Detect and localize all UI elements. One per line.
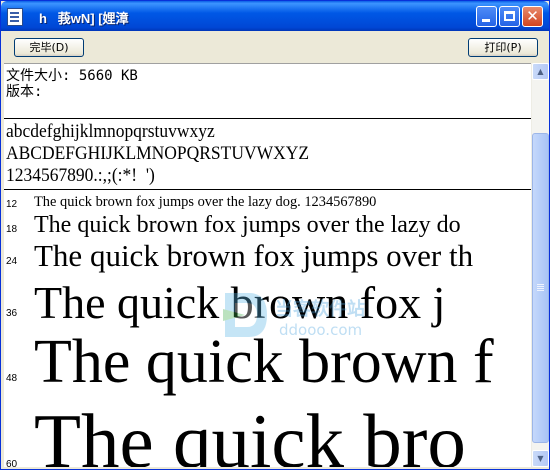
done-button[interactable]: 完毕(D)	[14, 38, 84, 57]
window-title: h 莪wN] [娌漳	[39, 11, 129, 26]
font-preview-area: 文件大小: 5660 KB 版本: abcdefghijklmnopqrstuv…	[4, 63, 531, 467]
toolbar: 完毕(D) 打印(P)	[4, 31, 546, 63]
size-label: 12	[6, 199, 18, 210]
sample-text: The quick brown fox jumps over the lazy …	[34, 212, 461, 238]
size-label: 18	[6, 224, 18, 235]
sample-text: The quick brown fox jumps over the lazy …	[34, 194, 377, 210]
title-bar[interactable]: h 莪wN] [娌漳 ✕	[1, 1, 549, 31]
size-label: 36	[6, 308, 18, 319]
charset-uppercase: ABCDEFGHIJKLMNOPQRSTUVWXYZ	[6, 143, 310, 164]
close-button[interactable]: ✕	[522, 6, 543, 27]
print-button[interactable]: 打印(P)	[468, 38, 538, 57]
minimize-icon	[482, 19, 490, 22]
maximize-icon	[504, 11, 515, 21]
sample-row-48: 48 The quick brown f	[4, 328, 531, 399]
sample-text: The quick brown fox j	[34, 277, 446, 328]
divider	[4, 118, 531, 119]
document-icon	[7, 8, 23, 26]
file-size-label: 文件大小: 5660 KB	[6, 68, 138, 84]
sample-text: The quick brown fox jumps over th	[34, 238, 474, 273]
arrow-up-icon: ▲	[537, 67, 544, 76]
close-icon: ✕	[526, 7, 539, 25]
maximize-button[interactable]	[499, 6, 520, 27]
sample-text: The quick bro	[34, 398, 466, 467]
size-label: 24	[6, 256, 18, 267]
sample-text: The quick brown f	[34, 328, 494, 396]
arrow-down-icon: ▼	[537, 454, 544, 463]
scroll-up-button[interactable]: ▲	[532, 63, 549, 80]
grip-icon	[537, 284, 544, 285]
minimize-button[interactable]	[476, 6, 497, 27]
size-label: 48	[6, 373, 18, 384]
divider	[4, 189, 531, 190]
font-viewer-window: h 莪wN] [娌漳 ✕ 完毕(D) 打印(P) 文件大小: 5660 KB 版…	[0, 0, 550, 470]
sample-row-60: 60 The quick bro	[4, 398, 531, 467]
scroll-down-button[interactable]: ▼	[532, 450, 549, 467]
charset-digits: 1234567890.:,;(:*! ')	[6, 165, 155, 186]
font-info: 文件大小: 5660 KB 版本:	[6, 68, 138, 100]
charset-lowercase: abcdefghijklmnopqrstuvwxyz	[6, 121, 215, 142]
version-label: 版本:	[6, 84, 43, 100]
scrollbar-thumb[interactable]	[532, 133, 549, 443]
size-label: 60	[6, 459, 18, 467]
vertical-scrollbar[interactable]: ▲ ▼	[531, 63, 549, 467]
